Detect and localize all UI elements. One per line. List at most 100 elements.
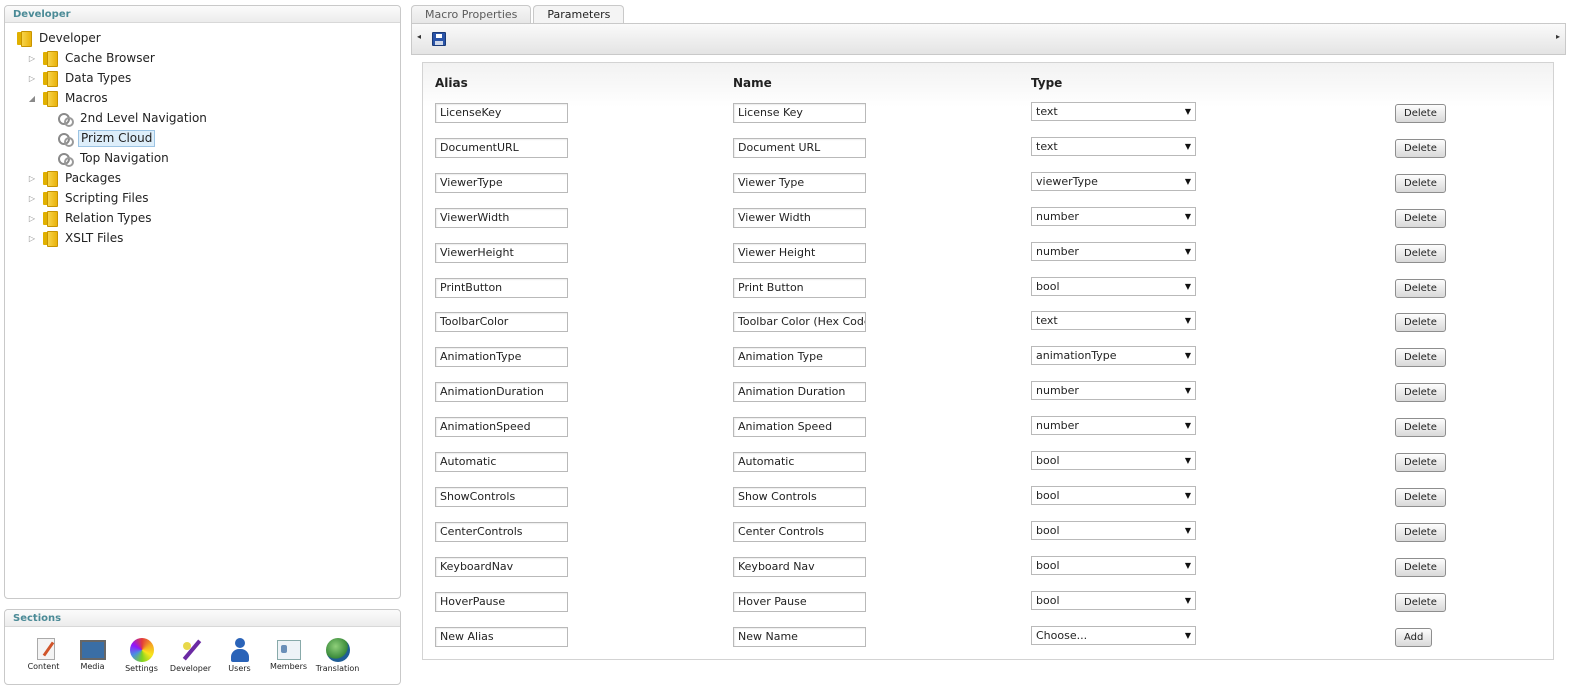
type-select-value: bool — [1036, 454, 1060, 467]
delete-button[interactable]: Delete — [1395, 278, 1446, 298]
name-input[interactable]: Document URL — [733, 137, 866, 158]
alias-input[interactable]: ViewerWidth — [435, 207, 568, 228]
alias-input[interactable]: AnimationDuration — [435, 382, 568, 403]
alias-input[interactable]: LicenseKey — [435, 103, 568, 123]
delete-button[interactable]: Delete — [1395, 383, 1446, 403]
expand-arrow-icon[interactable]: ▷ — [27, 232, 37, 244]
alias-input[interactable]: ToolbarColor — [435, 312, 568, 333]
name-input[interactable]: License Key — [733, 103, 866, 123]
name-input[interactable]: Viewer Width — [733, 207, 866, 228]
toolbar-scroll-left-icon[interactable]: ◂ — [417, 32, 421, 41]
delete-button[interactable]: Delete — [1395, 173, 1446, 193]
type-select[interactable]: text ▼ — [1031, 136, 1196, 156]
parameters-table: Alias Name Type LicenseKey License Key tex… — [422, 62, 1554, 660]
delete-button[interactable]: Delete — [1395, 208, 1446, 228]
section-content[interactable]: Content — [19, 638, 68, 673]
alias-input[interactable]: HoverPause — [435, 591, 568, 612]
new-name-input[interactable]: New Name — [733, 626, 866, 647]
name-input[interactable]: Animation Speed — [733, 417, 866, 438]
tab-macro-properties[interactable]: Macro Properties — [411, 5, 532, 24]
type-select[interactable]: bool ▼ — [1031, 555, 1196, 575]
alias-input[interactable]: PrintButton — [435, 277, 568, 298]
alias-input[interactable]: AnimationSpeed — [435, 417, 568, 438]
name-input[interactable]: Hover Pause — [733, 591, 866, 612]
name-input[interactable]: Toolbar Color (Hex Code) — [733, 312, 866, 333]
type-select[interactable]: bool ▼ — [1031, 451, 1196, 470]
toolbar-scroll-right-icon[interactable]: ▸ — [1556, 32, 1560, 41]
name-input[interactable]: Animation Type — [733, 347, 866, 368]
alias-input[interactable]: ShowControls — [435, 486, 568, 507]
tree-item[interactable]: 2nd Level Navigation — [57, 108, 209, 128]
add-button[interactable]: Add — [1395, 627, 1433, 647]
type-select[interactable]: number ▼ — [1031, 241, 1196, 261]
section-media[interactable]: Media — [68, 638, 117, 673]
tree-item[interactable]: Developer — [17, 28, 103, 48]
delete-button[interactable]: Delete — [1395, 592, 1446, 612]
delete-button[interactable]: Delete — [1395, 243, 1446, 263]
type-select[interactable]: bool ▼ — [1031, 485, 1196, 505]
type-select[interactable]: text ▼ — [1031, 102, 1196, 121]
delete-button[interactable]: Delete — [1395, 453, 1446, 472]
name-input[interactable]: Center Controls — [733, 521, 866, 542]
name-input[interactable]: Viewer Type — [733, 172, 866, 193]
section-developer[interactable]: Developer — [166, 638, 215, 673]
name-input[interactable]: Show Controls — [733, 486, 866, 507]
new-alias-input[interactable]: New Alias — [435, 626, 568, 647]
alias-input[interactable]: Automatic — [435, 452, 568, 472]
alias-input[interactable]: AnimationType — [435, 347, 568, 368]
section-settings[interactable]: Settings — [117, 638, 166, 673]
name-input[interactable]: Animation Duration — [733, 382, 866, 403]
expand-arrow-icon[interactable]: ▷ — [27, 212, 37, 224]
alias-input[interactable]: ViewerType — [435, 172, 568, 193]
expand-arrow-icon[interactable]: ▷ — [27, 172, 37, 184]
delete-button[interactable]: Delete — [1395, 348, 1446, 368]
delete-button[interactable]: Delete — [1395, 487, 1446, 507]
alias-input[interactable]: CenterControls — [435, 521, 568, 542]
tree-item[interactable]: ▷ Cache Browser — [27, 48, 157, 68]
tree-item[interactable]: ▷ Packages — [27, 168, 123, 188]
tree-item[interactable]: ▷ Scripting Files — [27, 188, 151, 208]
expand-arrow-icon[interactable]: ▷ — [27, 192, 37, 204]
dropdown-arrow-icon: ▼ — [1184, 107, 1191, 116]
tree-item[interactable]: ▷ Relation Types — [27, 208, 153, 228]
delete-button[interactable]: Delete — [1395, 104, 1446, 123]
type-select[interactable]: number ▼ — [1031, 206, 1196, 226]
tree-item[interactable]: Top Navigation — [57, 148, 171, 168]
alias-input[interactable]: ViewerHeight — [435, 242, 568, 263]
name-input[interactable]: Automatic — [733, 452, 866, 472]
tree-item-label: Developer — [39, 31, 101, 45]
delete-button[interactable]: Delete — [1395, 138, 1446, 158]
name-input[interactable]: Viewer Height — [733, 242, 866, 263]
type-select[interactable]: number ▼ — [1031, 381, 1196, 401]
new-type-select[interactable]: Choose... ▼ — [1031, 625, 1196, 645]
type-select[interactable]: viewerType ▼ — [1031, 171, 1196, 191]
collapse-arrow-icon[interactable]: ◢ — [27, 92, 37, 104]
name-input[interactable]: Keyboard Nav — [733, 556, 866, 577]
tree-item[interactable]: ▷ Data Types — [27, 68, 133, 88]
type-select-value: animationType — [1036, 349, 1117, 363]
type-select[interactable]: bool ▼ — [1031, 520, 1196, 540]
expand-arrow-icon[interactable]: ▷ — [27, 72, 37, 84]
type-select[interactable]: bool ▼ — [1031, 276, 1196, 296]
type-select[interactable]: number ▼ — [1031, 416, 1196, 436]
section-members[interactable]: Members — [264, 638, 313, 673]
save-icon[interactable] — [432, 32, 446, 46]
alias-input[interactable]: DocumentURL — [435, 137, 568, 158]
folder-icon — [17, 31, 32, 47]
alias-input[interactable]: KeyboardNav — [435, 556, 568, 577]
delete-button[interactable]: Delete — [1395, 313, 1446, 333]
type-select[interactable]: bool ▼ — [1031, 590, 1196, 610]
type-select[interactable]: animationType ▼ — [1031, 346, 1196, 366]
tree-item[interactable]: ▷ XSLT Files — [27, 228, 125, 248]
tree-item[interactable]: ◢ Macros — [27, 88, 110, 108]
delete-button[interactable]: Delete — [1395, 557, 1446, 577]
type-select[interactable]: text ▼ — [1031, 311, 1196, 331]
delete-button[interactable]: Delete — [1395, 522, 1446, 542]
section-users[interactable]: Users — [215, 638, 264, 673]
section-translation[interactable]: Translation — [313, 638, 362, 673]
tree-item[interactable]: Prizm Cloud — [57, 128, 156, 148]
delete-button[interactable]: Delete — [1395, 418, 1446, 438]
name-input[interactable]: Print Button — [733, 277, 866, 298]
expand-arrow-icon[interactable]: ▷ — [27, 52, 37, 64]
tab-parameters[interactable]: Parameters — [533, 5, 625, 25]
